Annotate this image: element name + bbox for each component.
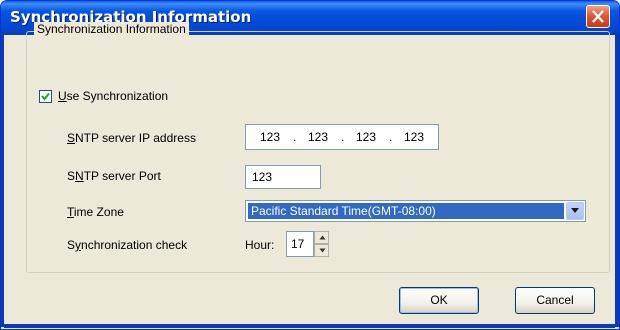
triangle-up-icon [319, 235, 326, 240]
time-zone-label: Time Zone [67, 205, 124, 219]
sync-check-label: Synchronization check [67, 238, 188, 252]
ip-separator: . [293, 130, 297, 144]
time-zone-dropdown[interactable]: Pacific Standard Time(GMT-08:00) [245, 200, 586, 222]
hour-label: Hour: [245, 238, 275, 252]
hour-decrement-button[interactable] [314, 244, 329, 257]
ok-button[interactable]: OK [399, 287, 479, 314]
use-sync-checkbox[interactable] [39, 90, 52, 103]
sntp-ip-field[interactable]: 123 . 123 . 123 . 123 [245, 124, 439, 150]
chevron-down-icon [571, 208, 579, 213]
close-x-icon [592, 10, 604, 23]
checkmark-icon [41, 92, 50, 101]
sntp-port-input[interactable]: 123 [245, 165, 321, 189]
ip-separator: . [389, 130, 393, 144]
ip-octet-2[interactable]: 123 [304, 130, 332, 144]
ip-octet-1[interactable]: 123 [256, 130, 284, 144]
close-button[interactable] [586, 5, 610, 28]
ip-octet-3[interactable]: 123 [352, 130, 380, 144]
hour-increment-button[interactable] [314, 231, 329, 244]
time-zone-selected[interactable]: Pacific Standard Time(GMT-08:00) [248, 203, 564, 219]
cancel-button[interactable]: Cancel [515, 287, 595, 314]
hour-input[interactable]: 17 [286, 231, 314, 257]
ip-octet-4[interactable]: 123 [400, 130, 428, 144]
window-border-bottom [4, 324, 615, 328]
window-border-right [615, 35, 619, 327]
dropdown-arrow-button[interactable] [566, 202, 584, 220]
sync-info-dialog: Synchronization Information Synchronizat… [0, 0, 620, 330]
groupbox-legend: Synchronization Information [34, 22, 189, 36]
sntp-ip-label: SNTP server IP address [67, 131, 196, 145]
sntp-port-label: SNTP server Port [67, 169, 161, 183]
triangle-down-icon [319, 248, 326, 253]
use-sync-label[interactable]: Use Synchronization [58, 89, 168, 103]
ip-separator: . [341, 130, 345, 144]
